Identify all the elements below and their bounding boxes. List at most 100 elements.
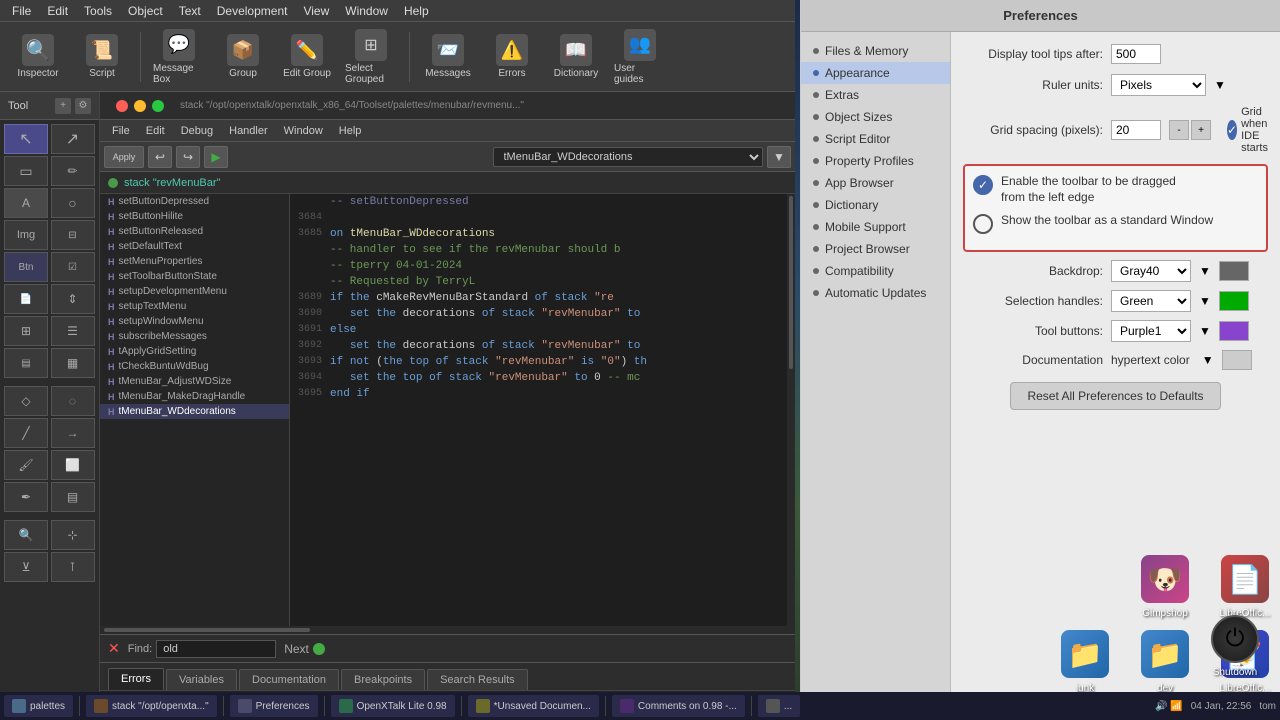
find-error-icon[interactable]: ✕ <box>108 640 120 657</box>
tool-pencil[interactable]: ✏ <box>51 156 95 186</box>
toolbar-messagebox[interactable]: 💬 Message Box <box>149 25 209 89</box>
handler-item[interactable]: HtCheckBuntuWdBug <box>100 359 289 374</box>
prefs-doc-dropdown-icon[interactable]: ▼ <box>1202 353 1214 367</box>
tool-brush[interactable]: 🖌 <box>4 450 48 480</box>
tool-oval[interactable]: ○ <box>51 188 95 218</box>
handler-item[interactable]: HsetupDevelopmentMenu <box>100 284 289 299</box>
handler-item[interactable]: HsetToolbarButtonState <box>100 269 289 284</box>
handler-item[interactable]: HsetDefaultText <box>100 239 289 254</box>
desktop-icon-gimpshop[interactable]: 🐶 Gimpshop <box>1125 555 1205 620</box>
find-input[interactable] <box>156 640 276 658</box>
tool-rect[interactable]: ▭ <box>4 156 48 186</box>
script-dropdown[interactable]: tMenuBar_WDdecorations <box>493 147 764 167</box>
handler-item[interactable]: HsetButtonReleased <box>100 224 289 239</box>
handler-item[interactable]: HsubscribeMessages <box>100 329 289 344</box>
script-menu-help[interactable]: Help <box>331 123 370 139</box>
tool-fill[interactable]: ▤ <box>51 482 95 512</box>
tab-variables[interactable]: Variables <box>166 669 237 690</box>
menu-development[interactable]: Development <box>209 2 296 20</box>
prefs-ruler-select[interactable]: Pixels Inches Centimeters <box>1111 74 1206 96</box>
play-btn[interactable]: ▶ <box>204 146 228 168</box>
shutdown-icon[interactable]: ⏻ Shutdown <box>1200 615 1270 678</box>
window-min-btn[interactable] <box>134 100 146 112</box>
menu-text[interactable]: Text <box>171 2 209 20</box>
prefs-grid-input[interactable] <box>1111 120 1161 140</box>
tool-misc2[interactable]: ▦ <box>51 348 95 378</box>
tool-grid-t[interactable]: ⊞ <box>4 316 48 346</box>
taskbar-misc[interactable]: ... <box>758 695 800 717</box>
script-menu-file[interactable]: File <box>104 123 138 139</box>
prefs-selection-dropdown-icon[interactable]: ▼ <box>1199 294 1211 308</box>
tool-arrow[interactable]: ↖ <box>4 124 48 154</box>
menu-tools[interactable]: Tools <box>76 2 120 20</box>
prefs-nav-object-sizes[interactable]: Object Sizes <box>801 106 950 128</box>
prefs-backdrop-select[interactable]: Gray40 <box>1111 260 1191 282</box>
desktop-icon-libreofc1[interactable]: 📄 LibreOffic... <box>1205 555 1280 620</box>
prefs-selection-select[interactable]: Green <box>1111 290 1191 312</box>
prefs-grid-dec[interactable]: - <box>1169 120 1189 140</box>
script-menu-window[interactable]: Window <box>276 123 331 139</box>
handler-item[interactable]: HsetButtonHilite <box>100 209 289 224</box>
tool-arrow2[interactable]: → <box>51 418 95 448</box>
script-menu-edit[interactable]: Edit <box>138 123 173 139</box>
redo-btn[interactable]: ↪ <box>176 146 200 168</box>
tool-settings-btn[interactable]: ⚙ <box>75 98 91 114</box>
prefs-reset-btn[interactable]: Reset All Preferences to Defaults <box>1010 382 1220 410</box>
toolbar-user-guides[interactable]: 👥 User guides <box>610 25 670 89</box>
toolbar-edit-group[interactable]: ✏️ Edit Group <box>277 30 337 83</box>
prefs-nav-app-browser[interactable]: App Browser <box>801 172 950 194</box>
prefs-backdrop-dropdown-icon[interactable]: ▼ <box>1199 264 1211 278</box>
handler-item-active[interactable]: HtMenuBar_WDdecorations <box>100 404 289 419</box>
tool-image[interactable]: Img <box>4 220 48 250</box>
prefs-nav-mobile-support[interactable]: Mobile Support <box>801 216 950 238</box>
handler-item[interactable]: HsetButtonDepressed <box>100 194 289 209</box>
tool-file[interactable]: 📄 <box>4 284 48 314</box>
prefs-nav-compatibility[interactable]: Compatibility <box>801 260 950 282</box>
taskbar-comments[interactable]: Comments on 0.98 -... <box>612 695 745 717</box>
handler-item[interactable]: HtMenuBar_MakeDragHandle <box>100 389 289 404</box>
prefs-selection-swatch[interactable] <box>1219 291 1249 311</box>
tool-circle[interactable]: ◌ <box>51 386 95 416</box>
menu-help[interactable]: Help <box>396 2 437 20</box>
window-close-btn[interactable] <box>116 100 128 112</box>
taskbar-palettes[interactable]: palettes <box>4 695 73 717</box>
script-menu-handler[interactable]: Handler <box>221 123 276 139</box>
prefs-tooltips-input[interactable] <box>1111 44 1161 64</box>
editor-scrollbar[interactable] <box>787 194 795 626</box>
handler-item[interactable]: HsetupTextMenu <box>100 299 289 314</box>
handler-item[interactable]: HtMenuBar_AdjustWDSize <box>100 374 289 389</box>
taskbar-stack[interactable]: stack "/opt/openxta..." <box>86 695 217 717</box>
apply-btn[interactable]: Apply <box>104 146 144 168</box>
script-menu-debug[interactable]: Debug <box>173 123 221 139</box>
prefs-grid-ide-checkbox[interactable]: ✓ <box>1227 120 1237 140</box>
tool-add-btn[interactable]: + <box>55 98 71 114</box>
tool-scroll[interactable]: ⇕ <box>51 284 95 314</box>
taskbar-unsaved[interactable]: *Unsaved Documen... <box>468 695 599 717</box>
menu-view[interactable]: View <box>295 2 337 20</box>
prefs-nav-project-browser[interactable]: Project Browser <box>801 238 950 260</box>
window-max-btn[interactable] <box>152 100 164 112</box>
tool-diamond[interactable]: ◇ <box>4 386 48 416</box>
prefs-nav-dictionary[interactable]: Dictionary <box>801 194 950 216</box>
tool-line[interactable]: ╱ <box>4 418 48 448</box>
prefs-backdrop-swatch[interactable] <box>1219 261 1249 281</box>
prefs-toolbar-standard-checkbox[interactable] <box>973 214 993 234</box>
handler-item[interactable]: HsetMenuProperties <box>100 254 289 269</box>
tab-documentation[interactable]: Documentation <box>239 669 339 690</box>
tool-t2[interactable]: ⊺ <box>51 552 95 582</box>
tab-breakpoints[interactable]: Breakpoints <box>341 669 425 690</box>
prefs-toolbar-drag-checkbox[interactable] <box>973 175 993 195</box>
undo-btn[interactable]: ↩ <box>148 146 172 168</box>
tool-misc1[interactable]: ▤ <box>4 348 48 378</box>
tool-eraser[interactable]: ⬜ <box>51 450 95 480</box>
prefs-ruler-dropdown-icon[interactable]: ▼ <box>1214 78 1226 92</box>
tool-hand[interactable]: ↗ <box>51 124 95 154</box>
dropdown-btn[interactable]: ▼ <box>767 146 791 168</box>
tool-label[interactable]: A <box>4 188 48 218</box>
toolbar-group[interactable]: 📦 Group <box>213 30 273 83</box>
menu-object[interactable]: Object <box>120 2 171 20</box>
tool-option[interactable]: ☑ <box>51 252 95 282</box>
prefs-nav-property-profiles[interactable]: Property Profiles <box>801 150 950 172</box>
tab-search-results[interactable]: Search Results <box>427 669 528 690</box>
editor-hscrollbar[interactable] <box>100 626 795 634</box>
